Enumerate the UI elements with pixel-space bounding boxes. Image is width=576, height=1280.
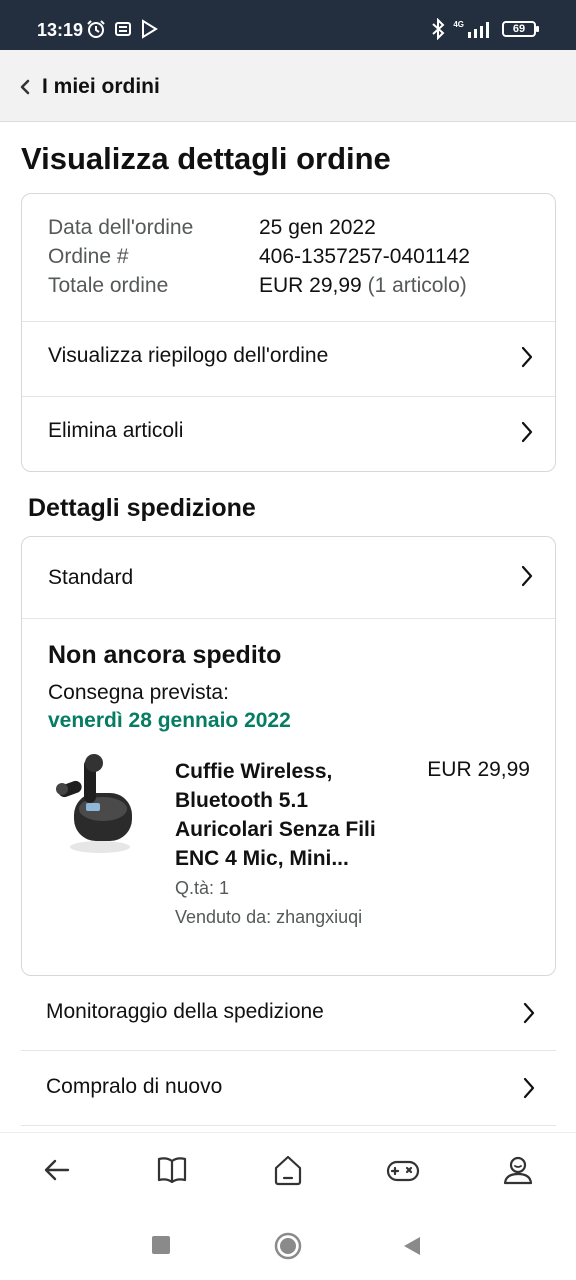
status-time: 13:19 — [37, 20, 84, 40]
status-bar: 13:19 4G 69 — [0, 0, 576, 50]
network-type: 4G — [453, 19, 464, 29]
account-icon[interactable] — [501, 1153, 535, 1187]
chevron-right-icon — [521, 565, 533, 587]
chevron-right-icon — [523, 1077, 535, 1099]
bottom-tab-bar — [0, 1132, 576, 1212]
chevron-right-icon — [523, 1002, 535, 1024]
message-icon — [115, 22, 131, 36]
play-store-icon — [142, 19, 158, 39]
delivery-label: Consegna prevista: — [48, 681, 229, 704]
page-title: Visualizza dettagli ordine — [21, 141, 391, 176]
book-icon[interactable] — [155, 1153, 189, 1187]
delivery-date: venerdì 28 gennaio 2022 — [48, 709, 291, 732]
order-date-value: 25 gen 2022 — [259, 216, 376, 239]
top-nav: I miei ordini — [0, 50, 576, 122]
gamepad-icon[interactable] — [386, 1153, 420, 1187]
order-summary-label: Visualizza riepilogo dell'ordine — [48, 344, 329, 367]
signal-icon — [468, 22, 489, 38]
system-back-icon[interactable] — [402, 1235, 422, 1257]
product-price: EUR 29,99 — [427, 758, 530, 781]
product-title-line: ENC 4 Mic, Mini... — [175, 847, 349, 870]
delete-items-link[interactable]: Elimina articoli — [22, 397, 555, 471]
delete-items-label: Elimina articoli — [48, 419, 184, 442]
battery-indicator: 69 — [502, 21, 539, 37]
back-arrow-icon[interactable] — [40, 1153, 74, 1187]
order-total-amount: EUR 29,99 — [259, 274, 362, 297]
divider — [22, 618, 555, 619]
system-nav-bar — [0, 1212, 576, 1280]
track-shipment-label: Monitoraggio della spedizione — [46, 1000, 324, 1023]
nav-back-link[interactable]: I miei ordini — [42, 75, 160, 99]
product-seller: Venduto da: zhangxiuqi — [175, 907, 363, 927]
order-summary-link[interactable]: Visualizza riepilogo dell'ordine — [22, 322, 555, 396]
order-date-label: Data dell'ordine — [48, 216, 194, 239]
product-quantity: Q.tà: 1 — [175, 878, 230, 898]
order-total-label: Totale ordine — [48, 274, 169, 297]
order-number-label: Ordine # — [48, 245, 129, 268]
recents-icon[interactable] — [152, 1236, 170, 1254]
alarm-icon — [87, 20, 105, 38]
shipping-card: Standard Non ancora spedito Consegna pre… — [21, 536, 556, 976]
shipping-section-title: Dettagli spedizione — [28, 494, 256, 522]
product-title-line: Cuffie Wireless, — [175, 760, 333, 783]
product-title[interactable]: Cuffie Wireless, Bluetooth 5.1 Auricolar… — [175, 757, 405, 873]
home-icon[interactable] — [271, 1153, 305, 1187]
track-shipment-link[interactable]: Monitoraggio della spedizione — [21, 976, 556, 1051]
order-number-value: 406-1357257-0401142 — [259, 245, 470, 268]
home-button-icon[interactable] — [274, 1232, 302, 1260]
product-image[interactable] — [50, 753, 140, 857]
order-item-count: (1 articolo) — [367, 274, 467, 297]
chevron-right-icon — [521, 346, 533, 368]
bluetooth-icon — [432, 18, 445, 40]
product-title-line: Bluetooth 5.1 — [175, 789, 309, 812]
order-info-card: Data dell'ordine 25 gen 2022 Ordine # 40… — [21, 193, 556, 472]
shipping-method-label: Standard — [48, 566, 134, 589]
chevron-right-icon — [521, 421, 533, 443]
buy-again-link[interactable]: Compralo di nuovo — [21, 1051, 556, 1126]
back-chevron-icon[interactable] — [18, 78, 32, 96]
order-total-value: EUR 29,99 (1 articolo) — [259, 274, 467, 298]
shipping-method-link[interactable]: Standard — [22, 537, 555, 618]
shipment-status: Non ancora spedito — [48, 641, 282, 669]
buy-again-label: Compralo di nuovo — [46, 1075, 223, 1098]
product-title-line: Auricolari Senza Fili — [175, 818, 376, 841]
